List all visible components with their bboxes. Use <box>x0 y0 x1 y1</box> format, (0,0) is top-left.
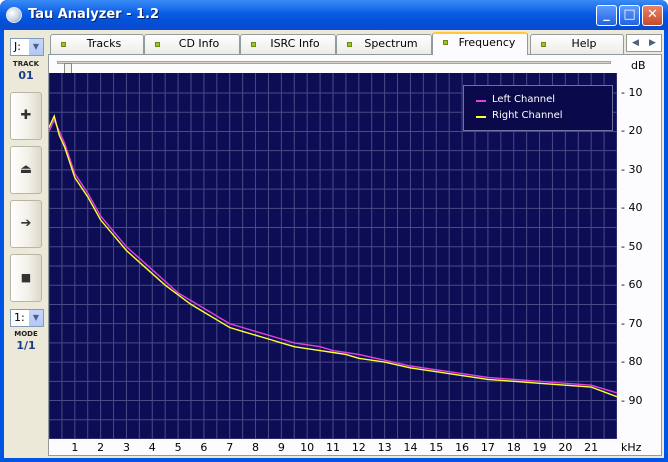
minimize-button[interactable]: _ <box>596 5 617 26</box>
chart-legend: Left Channel Right Channel <box>463 85 613 131</box>
close-button[interactable]: ✕ <box>642 5 663 26</box>
maximize-button[interactable]: □ <box>619 5 640 26</box>
drive-combo-value: J: <box>14 40 21 53</box>
window-title: Tau Analyzer - 1.2 <box>28 7 160 22</box>
x-tick-label: 1 <box>71 441 79 454</box>
track-number: 01 <box>18 69 34 82</box>
x-tick-label: 20 <box>558 441 573 454</box>
status-lamp-icon <box>541 42 546 47</box>
frequency-panel: dB Left Channel Right Channel - 10- 20- … <box>48 54 662 456</box>
y-tick-label: - 90 <box>621 393 643 407</box>
sidebar: J: ▼ TRACK 01 ✚ ⏏ ➔ ■ 1: ▼ MODE 1/1 <box>6 32 46 456</box>
tab-tracks[interactable]: Tracks <box>50 34 144 54</box>
x-tick-label: 9 <box>277 441 285 454</box>
y-axis: - 10 - 20 - 30 - 40 - 50 - 60 - 70 - 80 - 90 <box>619 73 663 443</box>
y-tick-label: - 60 <box>621 278 643 292</box>
y-tick-label: - 80 <box>621 355 643 369</box>
x-tick-label: 21 <box>584 441 599 454</box>
y-tick-label: - 70 <box>621 316 643 330</box>
application-window: Tau Analyzer - 1.2 _ □ ✕ J: ▼ TRACK 01 ✚… <box>0 0 668 462</box>
chevron-down-icon[interactable]: ▼ <box>28 39 43 55</box>
x-tick-label: 17 <box>480 441 495 454</box>
x-tick-label: 11 <box>326 441 340 454</box>
eject-button[interactable]: ⏏ <box>10 146 42 194</box>
tab-scroll-right-icon[interactable]: ▶ <box>644 35 661 51</box>
x-tick-label: 3 <box>122 441 130 454</box>
legend-swatch <box>476 116 486 118</box>
status-lamp-icon <box>443 40 448 45</box>
track-label: TRACK <box>12 60 40 68</box>
y-tick-label: - 10 <box>621 86 643 99</box>
tab-scroll-left-icon[interactable]: ◀ <box>627 35 644 51</box>
status-lamp-icon <box>155 42 160 47</box>
tab-scroll: ◀ ▶ <box>626 34 662 52</box>
x-tick-label: 14 <box>403 441 418 454</box>
drive-combo[interactable]: J: ▼ <box>10 38 44 56</box>
stop-icon: ■ <box>20 271 32 284</box>
x-tick-label: 4 <box>148 441 156 454</box>
y-tick-label: - 50 <box>621 239 643 253</box>
plus-icon: ✚ <box>20 108 32 123</box>
tab-help[interactable]: Help <box>530 34 624 54</box>
mode-combo-value: 1: <box>14 311 25 324</box>
zoom-slider[interactable] <box>57 61 611 75</box>
x-tick-label: 2 <box>97 441 105 454</box>
arrow-right-icon: ➔ <box>20 216 32 231</box>
mode-combo[interactable]: 1: ▼ <box>10 309 44 327</box>
x-tick-label: 7 <box>226 441 234 454</box>
x-tick-label: 15 <box>429 441 444 454</box>
legend-swatch <box>476 100 486 102</box>
y-axis-unit: dB <box>631 59 646 72</box>
tab-spectrum[interactable]: Spectrum <box>336 34 432 54</box>
tab-strip: Tracks CD Info ISRC Info Spectrum Freque… <box>48 32 662 55</box>
status-lamp-icon <box>251 42 256 47</box>
tab-frequency[interactable]: Frequency <box>432 32 528 55</box>
x-tick-label: 6 <box>200 441 208 454</box>
app-icon <box>6 7 22 23</box>
legend-right-channel: Right Channel <box>476 110 563 121</box>
add-button[interactable]: ✚ <box>10 92 42 140</box>
x-tick-label: 10 <box>300 441 315 454</box>
x-tick-label: 13 <box>377 441 392 454</box>
play-button[interactable]: ➔ <box>10 200 42 248</box>
mode-label: MODE <box>14 330 38 338</box>
eject-icon: ⏏ <box>19 162 33 177</box>
x-tick-label: 18 <box>506 441 521 454</box>
y-tick-label: - 20 <box>621 124 643 138</box>
stop-button[interactable]: ■ <box>10 254 42 302</box>
status-lamp-icon <box>347 42 352 47</box>
tab-cd-info[interactable]: CD Info <box>144 34 240 54</box>
x-tick-label: 19 <box>532 441 547 454</box>
title-bar[interactable]: Tau Analyzer - 1.2 _ □ ✕ <box>0 0 668 30</box>
x-tick-label: 8 <box>252 441 260 454</box>
x-tick-label: 16 <box>455 441 470 454</box>
mode-value: 1/1 <box>16 339 36 352</box>
y-tick-label: - 40 <box>621 201 643 215</box>
y-tick-label: - 30 <box>621 162 643 176</box>
client-area: J: ▼ TRACK 01 ✚ ⏏ ➔ ■ 1: ▼ MODE 1/1 Trac… <box>4 30 664 458</box>
x-tick-label: 12 <box>351 441 366 454</box>
x-axis-unit: kHz <box>621 441 642 454</box>
legend-left-channel: Left Channel <box>476 94 555 105</box>
tab-isrc-info[interactable]: ISRC Info <box>240 34 336 54</box>
status-lamp-icon <box>61 42 66 47</box>
chevron-down-icon[interactable]: ▼ <box>28 310 43 326</box>
x-tick-label: 5 <box>174 441 182 454</box>
